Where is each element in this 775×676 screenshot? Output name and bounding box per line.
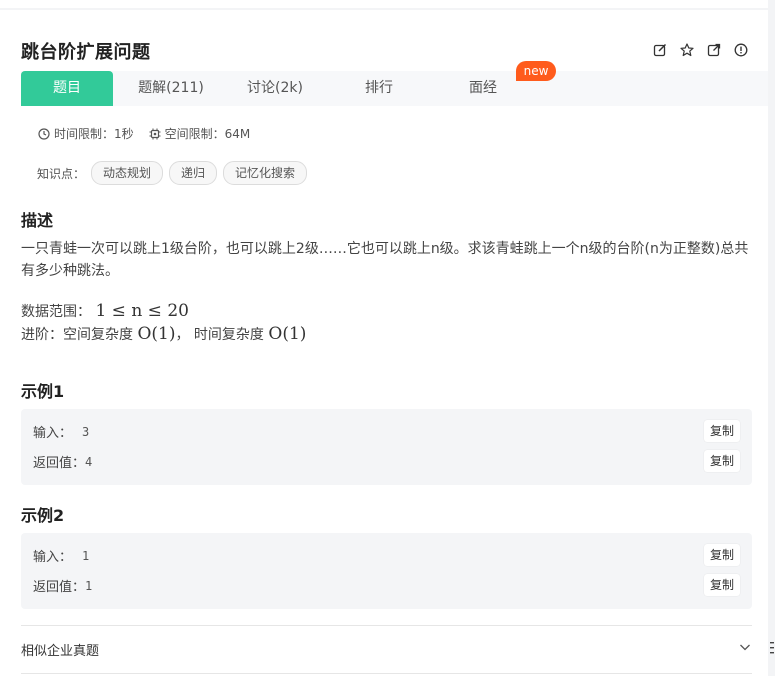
advanced-separator: ， 时间复杂度 xyxy=(175,327,264,343)
toolbar xyxy=(652,42,749,58)
chevron-down-icon xyxy=(738,640,752,658)
output-label: 返回值： xyxy=(33,580,86,595)
description-text: 一只青蛙一次可以跳上1级台阶，也可以跳上2级……它也可以跳上n级。求该青蛙跳上一… xyxy=(21,241,749,279)
example-2-input-row: 输入： 1 xyxy=(33,546,90,566)
space-limit: 空间限制：64M xyxy=(164,127,251,141)
limits: 时间限制：1秒 空间限制：64M xyxy=(38,125,250,142)
tab-ranking[interactable]: 排行 xyxy=(331,71,427,106)
new-badge: new xyxy=(516,61,556,81)
copy-button[interactable]: 复制 xyxy=(704,574,740,596)
example-1-output-row: 返回值： 4 xyxy=(33,452,93,472)
edit-icon[interactable] xyxy=(652,42,668,58)
range-math: 1 ≤ n ≤ 20 xyxy=(95,301,189,321)
example-1-heading: 示例1 xyxy=(21,382,65,401)
output-value: 4 xyxy=(85,454,93,469)
constraints: 数据范围： 1 ≤ n ≤ 20 进阶：空间复杂度 O(1)， 时间复杂度 O(… xyxy=(21,300,306,346)
knowledge-label: 知识点： xyxy=(37,166,86,181)
knowledge-points: 知识点： 动态规划 递归 记忆化搜索 xyxy=(37,161,308,185)
output-value: 1 xyxy=(85,578,93,593)
chip-icon xyxy=(149,128,161,140)
tab-discussion[interactable]: 讨论(2k) xyxy=(227,71,323,106)
input-value: 1 xyxy=(82,548,90,563)
divider xyxy=(21,673,752,674)
tab-bar: 题目 题解(211) 讨论(2k) 排行 面经 xyxy=(21,71,768,106)
advanced-label: 进阶：空间复杂度 xyxy=(21,327,133,343)
divider xyxy=(21,625,752,626)
tag-recursion[interactable]: 递归 xyxy=(169,161,218,185)
input-value: 3 xyxy=(82,424,90,439)
report-icon[interactable] xyxy=(733,42,749,58)
share-icon[interactable] xyxy=(706,42,722,58)
example-1-box: 输入： 3 复制 返回值： 4 复制 xyxy=(21,409,752,485)
scrollbar[interactable] xyxy=(768,10,775,676)
example-2-box: 输入： 1 复制 返回值： 1 复制 xyxy=(21,533,752,609)
tab-solutions[interactable]: 题解(211) xyxy=(121,71,221,106)
similar-questions-toggle[interactable]: 相似企业真题 xyxy=(21,638,752,660)
tab-problem[interactable]: 题目 xyxy=(21,71,113,106)
example-1-input-row: 输入： 3 xyxy=(33,422,90,442)
input-label: 输入： xyxy=(33,550,73,565)
top-strip xyxy=(0,0,775,9)
example-2-output-row: 返回值： 1 xyxy=(33,576,93,596)
time-complexity: O(1) xyxy=(268,324,307,344)
drag-handle-icon[interactable] xyxy=(770,640,774,654)
description-heading: 描述 xyxy=(21,211,54,230)
input-label: 输入： xyxy=(33,426,73,441)
output-label: 返回值： xyxy=(33,456,86,471)
clock-icon xyxy=(38,127,50,140)
range-label: 数据范围： xyxy=(21,304,91,320)
tag-memo-search[interactable]: 记忆化搜索 xyxy=(223,161,308,185)
problem-title: 跳台阶扩展问题 xyxy=(21,42,151,63)
time-limit: 时间限制：1秒 xyxy=(54,127,134,141)
similar-label: 相似企业真题 xyxy=(21,643,100,659)
copy-button[interactable]: 复制 xyxy=(704,450,740,472)
copy-button[interactable]: 复制 xyxy=(704,544,740,566)
star-icon[interactable] xyxy=(679,42,695,58)
space-complexity: O(1) xyxy=(137,324,176,344)
tag-dp[interactable]: 动态规划 xyxy=(91,161,164,185)
copy-button[interactable]: 复制 xyxy=(704,420,740,442)
example-2-heading: 示例2 xyxy=(21,506,65,525)
